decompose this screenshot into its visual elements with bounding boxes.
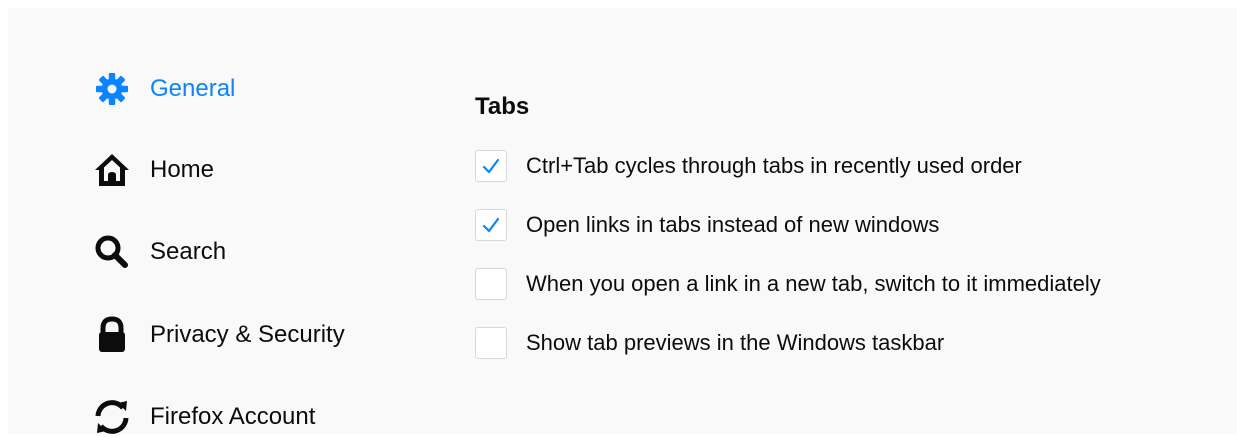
option-label[interactable]: Open links in tabs instead of new window… bbox=[526, 211, 939, 239]
sidebar-item-label: Home bbox=[150, 156, 215, 183]
option-label[interactable]: Show tab previews in the Windows taskbar bbox=[526, 329, 944, 357]
checkbox-switch-to-new-tab[interactable] bbox=[475, 268, 507, 300]
option-label[interactable]: When you open a link in a new tab, switc… bbox=[526, 270, 1101, 298]
option-label[interactable]: Ctrl+Tab cycles through tabs in recently… bbox=[526, 152, 1022, 180]
sidebar-item-privacy[interactable]: Privacy & Security bbox=[92, 315, 345, 355]
lock-icon bbox=[92, 315, 132, 355]
option-tab-previews-taskbar: Show tab previews in the Windows taskbar bbox=[475, 323, 944, 363]
option-open-links-in-tabs: Open links in tabs instead of new window… bbox=[475, 205, 939, 245]
home-icon bbox=[92, 150, 132, 190]
sidebar-item-search[interactable]: Search bbox=[92, 232, 226, 272]
checkbox-open-links-in-tabs[interactable] bbox=[475, 209, 507, 241]
checkbox-tab-previews-taskbar[interactable] bbox=[475, 327, 507, 359]
sync-icon bbox=[92, 397, 132, 437]
checkbox-ctrl-tab-cycles[interactable] bbox=[475, 150, 507, 182]
sidebar-item-label: Search bbox=[150, 238, 227, 265]
gear-icon bbox=[92, 69, 132, 109]
checkmark-icon bbox=[482, 217, 500, 233]
section-title-tabs: Tabs bbox=[475, 93, 530, 120]
sidebar-item-label: Privacy & Security bbox=[150, 321, 345, 348]
checkmark-icon bbox=[482, 158, 500, 174]
sidebar-item-home[interactable]: Home bbox=[92, 150, 214, 190]
preferences-page: General Home Search Privacy & Security F… bbox=[8, 8, 1237, 434]
sidebar-item-firefox-account[interactable]: Firefox Account bbox=[92, 397, 315, 437]
option-switch-to-new-tab: When you open a link in a new tab, switc… bbox=[475, 264, 1101, 304]
sidebar-item-label: General bbox=[150, 75, 236, 102]
sidebar-item-label: Firefox Account bbox=[150, 403, 316, 430]
search-icon bbox=[92, 232, 132, 272]
option-ctrl-tab-cycles: Ctrl+Tab cycles through tabs in recently… bbox=[475, 146, 1022, 186]
sidebar-item-general[interactable]: General bbox=[92, 69, 235, 109]
